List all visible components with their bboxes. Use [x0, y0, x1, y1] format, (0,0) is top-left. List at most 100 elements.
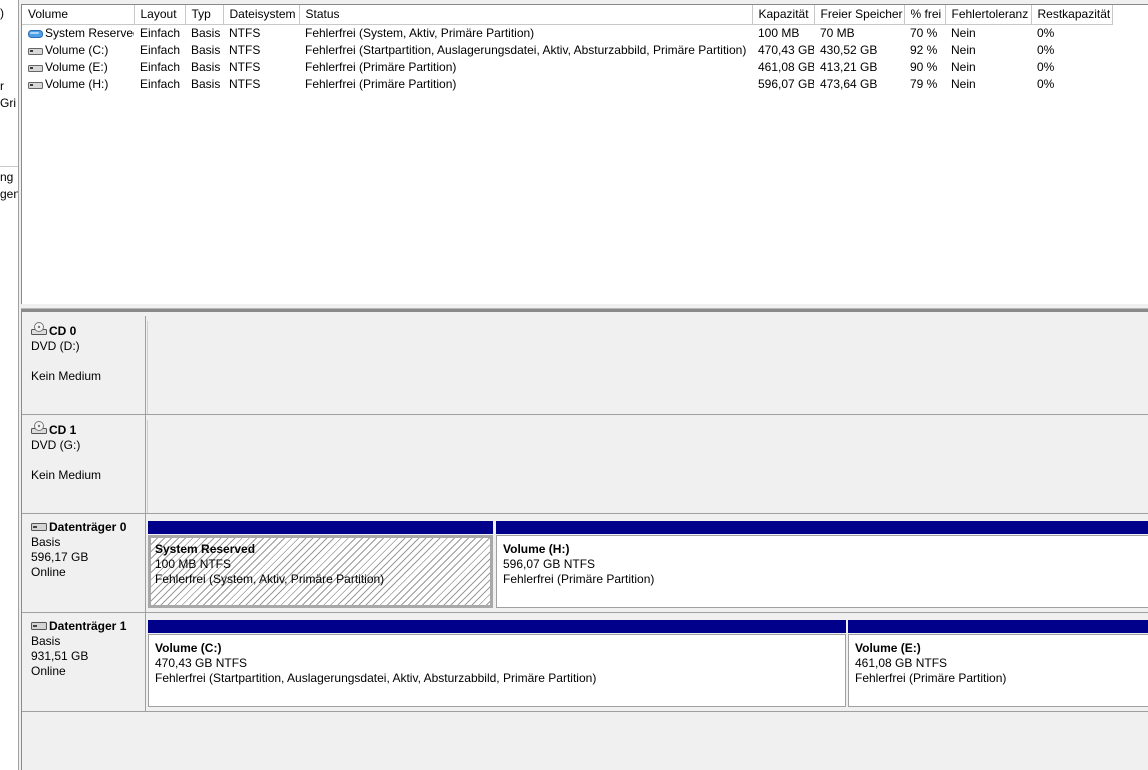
status-cell: Fehlerfrei (System, Aktiv, Primäre Parti…	[305, 25, 535, 40]
disk-row-cd1[interactable]: CD 1 DVD (G:) Kein Medium	[22, 415, 1148, 514]
partition-volume-h[interactable]: Volume (H:) 596,07 GB NTFS Fehlerfrei (P…	[496, 521, 1148, 608]
partition-volume-e[interactable]: Volume (E:) 461,08 GB NTFS Fehlerfrei (P…	[848, 620, 1148, 707]
tree-fragment: r	[0, 79, 4, 93]
disk-type: DVD (G:)	[31, 438, 81, 452]
volume-list[interactable]: Volume Layout Typ Dateisystem Status Kap…	[21, 4, 1148, 304]
filesystem-cell: NTFS	[229, 42, 261, 57]
percent-free-cell: 79 %	[910, 76, 938, 91]
tree-fragment: )	[0, 6, 4, 20]
volume-cell: Volume (C:)	[22, 41, 134, 58]
capacity-cell: 461,08 GB	[758, 59, 814, 74]
column-header-percent-free[interactable]: % frei	[904, 5, 946, 25]
percent-free-cell: 70 %	[910, 25, 938, 40]
partition-status: Fehlerfrei (Primäre Partition)	[503, 572, 655, 586]
column-header-status[interactable]: Status	[299, 5, 753, 25]
disk-row-cd0[interactable]: CD 0 DVD (D:) Kein Medium	[22, 316, 1148, 415]
disk-type: Basis	[31, 634, 61, 648]
partition-size: 461,08 GB NTFS	[855, 656, 948, 670]
partition-body[interactable]: Volume (C:) 470,43 GB NTFS Fehlerfrei (S…	[148, 634, 846, 707]
partition-size: 100 MB NTFS	[155, 557, 232, 571]
disk-row-disk1[interactable]: Datenträger 1 Basis 931,51 GB Online Vol…	[22, 613, 1148, 712]
partition-status: Fehlerfrei (System, Aktiv, Primäre Parti…	[155, 572, 385, 586]
type-cell: Basis	[191, 42, 221, 57]
partition-bar	[496, 521, 1148, 534]
disk-name: Datenträger 1	[49, 619, 127, 633]
disk-size	[31, 354, 145, 369]
status-cell: Fehlerfrei (Primäre Partition)	[305, 76, 457, 91]
empty-media-area	[147, 420, 1148, 513]
cd-drive-icon	[31, 322, 47, 335]
free-space-cell: 70 MB	[820, 25, 855, 40]
tree-fragment: ng	[0, 170, 14, 184]
volume-table: Volume Layout Typ Dateisystem Status Kap…	[22, 5, 1113, 92]
disk-title: Datenträger 0	[31, 520, 145, 535]
table-row[interactable]: Volume (C:) Einfach Basis NTFS Fehlerfre…	[22, 41, 1112, 58]
disk-name: CD 1	[49, 423, 77, 437]
disk-state: Kein Medium	[31, 468, 102, 482]
table-row[interactable]: Volume (E:) Einfach Basis NTFS Fehlerfre…	[22, 58, 1112, 75]
partition-size: 596,07 GB NTFS	[503, 557, 596, 571]
partition-volume-c[interactable]: Volume (C:) 470,43 GB NTFS Fehlerfrei (S…	[148, 620, 846, 707]
status-cell: Fehlerfrei (Startpartition, Auslagerungs…	[305, 42, 747, 57]
capacity-cell: 596,07 GB	[758, 76, 814, 91]
disk-state: Online	[31, 565, 66, 579]
partition-bar	[148, 620, 846, 633]
column-header-free-space[interactable]: Freier Speicher	[814, 5, 905, 25]
column-header-volume[interactable]: Volume	[22, 5, 135, 25]
partition-name: System Reserved	[155, 542, 256, 556]
disk-info[interactable]: Datenträger 1 Basis 931,51 GB Online	[22, 613, 146, 711]
disk-row-disk0[interactable]: Datenträger 0 Basis 596,17 GB Online Sys…	[22, 514, 1148, 613]
tree-fragment: gen	[0, 187, 19, 201]
capacity-cell: 100 MB	[758, 25, 800, 40]
disk-type: DVD (D:)	[31, 339, 80, 353]
navigation-tree-pane[interactable]: ) r Gri ng gen	[0, 0, 19, 770]
free-space-cell: 430,52 GB	[820, 42, 878, 57]
type-cell: Basis	[191, 59, 221, 74]
column-header-type[interactable]: Typ	[185, 5, 224, 25]
fault-tolerance-cell: Nein	[951, 76, 976, 91]
volume-name: Volume (E:)	[45, 59, 108, 74]
type-cell: Basis	[191, 76, 221, 91]
cd-drive-icon	[31, 421, 47, 434]
partition-name: Volume (H:)	[503, 542, 570, 556]
volume-cell: Volume (H:)	[22, 75, 134, 92]
disk-state: Kein Medium	[31, 369, 102, 383]
partition-size: 470,43 GB NTFS	[155, 656, 248, 670]
partition-body[interactable]: Volume (E:) 461,08 GB NTFS Fehlerfrei (P…	[848, 634, 1148, 707]
column-header-overhead[interactable]: Restkapazität	[1031, 5, 1113, 25]
layout-cell: Einfach	[140, 42, 181, 57]
disk-graphical-view: CD 0 DVD (D:) Kein Medium CD 1 DVD (G:) …	[21, 312, 1148, 770]
volume-name: Volume (C:)	[45, 42, 109, 57]
disk-info[interactable]: CD 0 DVD (D:) Kein Medium	[22, 316, 146, 414]
fault-tolerance-cell: Nein	[951, 25, 976, 40]
drive-icon	[28, 47, 43, 55]
volume-cell: System Reserved	[22, 24, 134, 41]
disk-title: Datenträger 1	[31, 619, 145, 634]
type-cell: Basis	[191, 25, 221, 40]
capacity-cell: 470,43 GB	[758, 42, 814, 57]
disk-size: 931,51 GB	[31, 649, 89, 663]
disk-name: Datenträger 0	[49, 520, 127, 534]
status-cell: Fehlerfrei (Primäre Partition)	[305, 59, 457, 74]
partition-body[interactable]: System Reserved 100 MB NTFS Fehlerfrei (…	[148, 535, 493, 608]
column-header-fault-tolerance[interactable]: Fehlertoleranz	[945, 5, 1032, 25]
partition-name: Volume (E:)	[855, 641, 921, 655]
disk-info[interactable]: CD 1 DVD (G:) Kein Medium	[22, 415, 146, 513]
overhead-cell: 0%	[1037, 59, 1055, 74]
percent-free-cell: 90 %	[910, 59, 938, 74]
column-header-layout[interactable]: Layout	[134, 5, 186, 25]
volume-name: System Reserved	[45, 25, 134, 40]
table-row[interactable]: Volume (H:) Einfach Basis NTFS Fehlerfre…	[22, 75, 1112, 92]
volume-name: Volume (H:)	[45, 76, 109, 91]
percent-free-cell: 92 %	[910, 42, 938, 57]
column-header-capacity[interactable]: Kapazität	[752, 5, 815, 25]
table-row[interactable]: System Reserved Einfach Basis NTFS Fehle…	[22, 24, 1112, 41]
overhead-cell: 0%	[1037, 25, 1055, 40]
column-header-filesystem[interactable]: Dateisystem	[223, 5, 300, 25]
partition-body[interactable]: Volume (H:) 596,07 GB NTFS Fehlerfrei (P…	[496, 535, 1148, 608]
free-space-cell: 473,64 GB	[820, 76, 878, 91]
disk-info[interactable]: Datenträger 0 Basis 596,17 GB Online	[22, 514, 146, 612]
disk-title: CD 0	[31, 322, 145, 339]
tree-fragment: Gri	[0, 96, 16, 110]
partition-system-reserved[interactable]: System Reserved 100 MB NTFS Fehlerfrei (…	[148, 521, 493, 608]
